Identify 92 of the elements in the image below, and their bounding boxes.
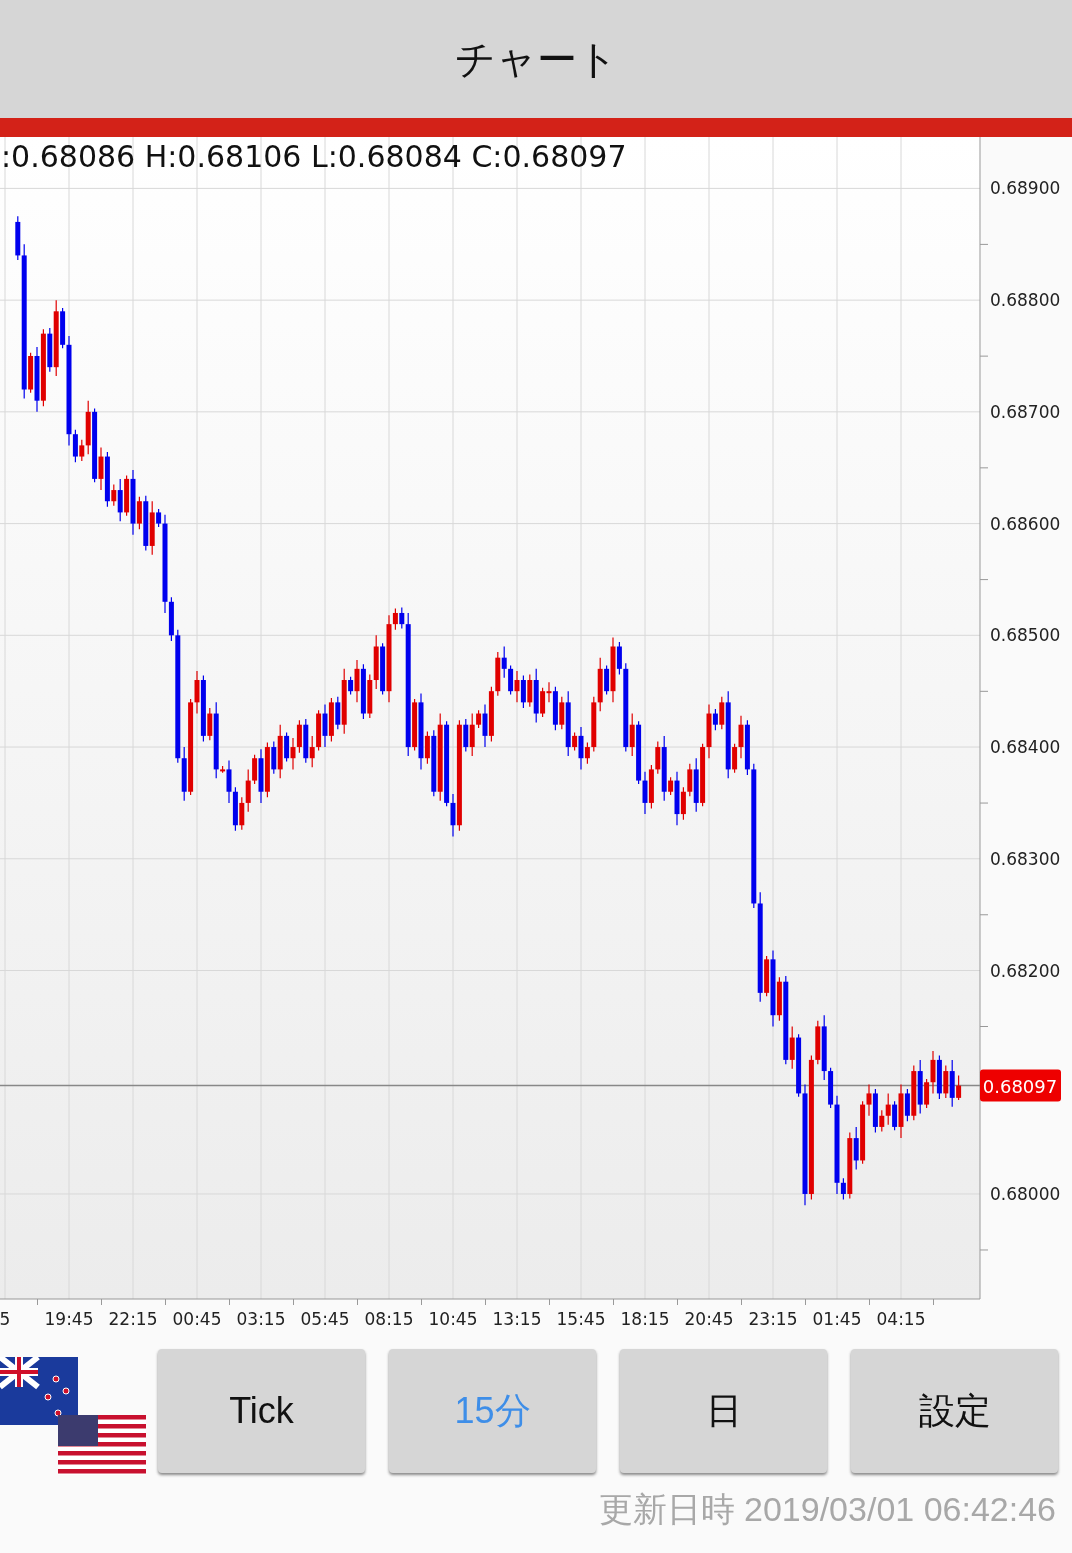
candlestick	[546, 681, 552, 703]
time-axis-label: 13:15	[492, 1309, 542, 1329]
candlestick	[482, 703, 488, 748]
candlestick	[252, 754, 258, 785]
candlestick	[527, 673, 533, 708]
update-timestamp: 更新日時 2019/03/01 06:42:46	[597, 1489, 1057, 1530]
price-axis-label: 0.68700	[990, 401, 1061, 422]
price-axis-label: 0.68800	[990, 290, 1061, 311]
timeframe-button[interactable]: 日	[620, 1349, 827, 1473]
ref-line-label: 0.68097	[982, 1075, 1058, 1097]
candlestick	[207, 707, 213, 741]
candlestick	[392, 607, 398, 631]
candlestick	[712, 708, 718, 731]
candlestick	[732, 743, 738, 774]
time-axis-label: 03:15	[236, 1309, 286, 1329]
candlestick	[892, 1100, 898, 1131]
time-axis-label: 05:45	[300, 1309, 350, 1329]
candlestick	[79, 439, 85, 462]
candlestick	[789, 1025, 795, 1070]
candlestick	[309, 735, 315, 768]
candlestick	[271, 740, 277, 775]
time-axis-label: 08:15	[364, 1309, 414, 1329]
candlestick	[738, 715, 744, 759]
candlestick	[501, 645, 507, 679]
time-axis-label: 10:45	[428, 1309, 478, 1329]
candlestick	[136, 496, 142, 530]
candlestick	[424, 730, 430, 765]
candlestick	[514, 670, 520, 703]
time-axis-label: 19:45	[44, 1309, 94, 1329]
candlestick	[642, 771, 648, 815]
candlestick	[245, 768, 251, 813]
price-axis-label: 0.68000	[990, 1183, 1061, 1204]
candlestick	[463, 718, 469, 753]
candlestick	[559, 696, 565, 730]
time-axis-label: 15:45	[556, 1309, 606, 1329]
time-axis-label: 20:45	[684, 1309, 734, 1329]
timeframe-button[interactable]: Tick	[158, 1349, 365, 1473]
candlestick	[879, 1109, 885, 1132]
candlestick	[450, 793, 456, 838]
candlestick	[322, 703, 328, 748]
price-axis-label: 0.68900	[990, 178, 1061, 199]
time-axis-label: 01:45	[812, 1309, 862, 1329]
candlestick	[687, 763, 693, 797]
candlestick	[72, 429, 78, 463]
candlestick	[354, 659, 360, 703]
current-price-tag: 0.68097	[980, 1069, 1061, 1102]
candlestick	[290, 737, 296, 770]
ohlc-readout: :0.68086 H:0.68106 L:0.68084 C:0.68097	[1, 139, 627, 174]
time-axis-label: 04:15	[876, 1309, 926, 1329]
candlestick	[584, 741, 590, 765]
time-axis-label: 5	[0, 1309, 11, 1329]
candlestick	[284, 731, 290, 763]
candlestick	[469, 712, 475, 757]
candlestick	[956, 1074, 962, 1101]
price-axis-label: 0.68300	[990, 848, 1061, 869]
candlestick	[520, 674, 526, 709]
time-axis-label: 22:15	[108, 1309, 158, 1329]
screen-title: チャート	[454, 34, 618, 84]
candlestick	[540, 687, 546, 718]
candlestick	[616, 641, 622, 676]
candlestick	[578, 726, 584, 770]
price-axis-label: 0.68200	[990, 960, 1061, 981]
candlestick	[399, 606, 405, 630]
candlestick	[239, 796, 245, 831]
candlestick	[335, 696, 341, 730]
candlestick	[226, 759, 232, 804]
candlestick	[943, 1064, 949, 1099]
candlestick	[508, 664, 514, 696]
price-axis-label: 0.68500	[990, 625, 1061, 646]
candlestick	[117, 478, 123, 522]
candlestick	[98, 447, 104, 491]
time-axis-label: 18:15	[620, 1309, 670, 1329]
candlestick	[296, 719, 302, 754]
candlestick	[604, 664, 610, 696]
candlestick	[840, 1177, 846, 1201]
timeframe-button[interactable]: 設定	[851, 1349, 1058, 1473]
price-axis-label: 0.68600	[990, 513, 1061, 534]
candlestick	[866, 1083, 872, 1117]
candlestick	[885, 1092, 891, 1126]
candlestick	[924, 1078, 930, 1109]
time-axis-label: 23:15	[748, 1309, 798, 1329]
candlestick	[853, 1126, 859, 1170]
time-axis-label: 00:45	[172, 1309, 222, 1329]
candlestick	[111, 483, 117, 507]
candlestick	[904, 1088, 910, 1122]
candlestick	[629, 712, 635, 757]
candlestick	[930, 1050, 936, 1095]
candlestick	[655, 740, 661, 775]
candlestick	[719, 696, 725, 730]
candlestick	[680, 786, 686, 821]
candlestick	[194, 670, 200, 715]
price-axis-label: 0.68400	[990, 737, 1061, 758]
